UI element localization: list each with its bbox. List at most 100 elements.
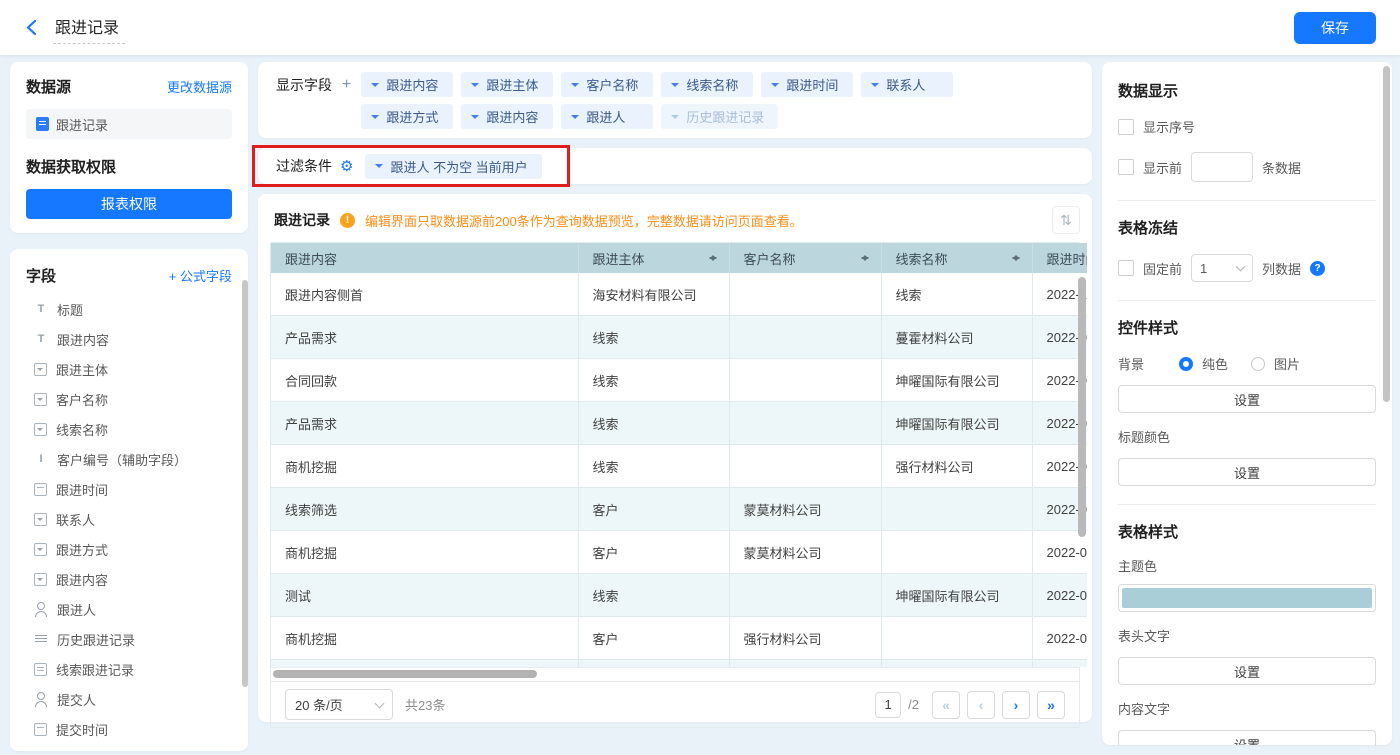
pagination-bar: 20 条/页 共23条 /2 « ‹ › » <box>271 681 1079 727</box>
field-label: 客户编号（辅助字段） <box>57 452 188 468</box>
background-set-button[interactable]: 设置 <box>1118 385 1376 413</box>
column-header[interactable]: 跟进内容 <box>271 243 579 273</box>
gear-icon[interactable]: ⚙ <box>340 159 353 174</box>
help-icon[interactable]: ? <box>1310 260 1326 276</box>
column-header[interactable]: 跟进时间 <box>1032 243 1087 273</box>
field-item[interactable]: 联系人 <box>26 504 238 534</box>
field-label: 跟进时间 <box>56 482 109 498</box>
display-field-tag[interactable]: 联系人 <box>861 72 954 97</box>
title-color-set-button[interactable]: 设置 <box>1118 458 1376 486</box>
table-vertical-scrollbar[interactable] <box>1078 277 1086 537</box>
field-item[interactable]: 历史跟进记录 <box>26 624 238 654</box>
preview-panel: 跟进记录 ! 编辑界面只取数据源前200条作为查询数据预览，完整数据请访问页面查… <box>258 194 1092 728</box>
field-item[interactable]: 客户名称 <box>26 384 238 414</box>
display-field-tag[interactable]: 跟进方式 <box>361 104 454 129</box>
display-field-tag[interactable]: 线索名称 <box>661 72 754 97</box>
back-button[interactable] <box>26 19 37 36</box>
content-text-set-button[interactable]: 设置 <box>1118 730 1376 745</box>
display-field-tag[interactable]: 跟进时间 <box>761 72 854 97</box>
display-field-label: 联系人 <box>886 78 926 93</box>
freeze-prefix: 固定前 <box>1143 261 1183 277</box>
theme-color-label: 主题色 <box>1118 559 1158 574</box>
add-formula-field-link[interactable]: + 公式字段 <box>169 266 232 285</box>
display-field-label: 跟进时间 <box>786 78 839 93</box>
datasource-item[interactable]: 跟进记录 <box>26 109 232 139</box>
table-cell: 测试 <box>271 573 579 617</box>
table-cell: 商机挖掘 <box>271 444 579 488</box>
table-cell: 线索筛选 <box>271 487 579 531</box>
prev-page-button[interactable]: ‹ <box>967 690 995 719</box>
sort-arrows-icon[interactable] <box>708 251 717 265</box>
report-permission-button[interactable]: 报表权限 <box>26 189 232 219</box>
field-item[interactable]: 跟进方式 <box>26 534 238 564</box>
page-number-input[interactable] <box>875 691 902 718</box>
row-order-icon[interactable]: ⇅ <box>1052 206 1080 234</box>
table-horizontal-scrollbar[interactable] <box>273 670 537 678</box>
settings-scrollbar[interactable] <box>1383 66 1390 402</box>
field-item[interactable]: 客户编号（辅助字段） <box>26 444 238 474</box>
freeze-checkbox[interactable] <box>1118 260 1134 276</box>
field-item[interactable]: 跟进主体 <box>26 354 238 384</box>
caret-down-icon <box>871 82 880 91</box>
display-field-tag[interactable]: 跟进内容 <box>461 104 554 129</box>
select-icon <box>34 513 47 526</box>
show-index-checkbox[interactable] <box>1118 118 1134 135</box>
table-cell: 线索 <box>577 358 730 402</box>
sort-arrows-icon[interactable] <box>860 251 869 265</box>
display-field-label: 跟进方式 <box>386 110 439 125</box>
solid-color-radio[interactable] <box>1179 356 1193 371</box>
table-cell: 商机挖掘 <box>271 616 579 660</box>
field-item[interactable]: 提交人 <box>26 684 238 714</box>
first-page-button[interactable]: « <box>932 690 960 719</box>
sort-arrows-icon[interactable] <box>1011 251 1020 265</box>
show-first-checkbox[interactable] <box>1118 159 1134 175</box>
table-cell <box>728 659 882 667</box>
display-field-label: 客户名称 <box>586 78 639 93</box>
column-header[interactable]: 客户名称 <box>729 243 882 273</box>
show-first-count-input[interactable] <box>1191 152 1254 182</box>
table-cell: 2022-06 <box>1031 530 1087 574</box>
filter-condition-tag[interactable]: 跟进人 不为空 当前用户 <box>365 153 542 179</box>
table-cell: 坤曜国际有限公司 <box>880 401 1033 445</box>
field-item[interactable]: 跟进时间 <box>26 474 238 504</box>
image-radio[interactable] <box>1251 356 1266 371</box>
freeze-count-select[interactable]: 1 <box>1191 254 1254 282</box>
display-field-tag[interactable]: 跟进内容 <box>361 72 454 97</box>
field-item[interactable]: 跟进内容 <box>26 324 238 354</box>
display-field-label: 跟进主体 <box>486 78 539 93</box>
display-field-tag[interactable]: 跟进主体 <box>461 72 554 97</box>
field-item[interactable]: 线索名称 <box>26 414 238 444</box>
freeze-count-value: 1 <box>1200 260 1208 276</box>
display-field-label: 线索名称 <box>686 78 739 93</box>
add-display-field-button[interactable]: + <box>342 76 351 93</box>
field-item[interactable]: 标题 <box>26 294 238 324</box>
last-page-button[interactable]: » <box>1037 690 1065 719</box>
change-datasource-link[interactable]: 更改数据源 <box>167 77 232 96</box>
header-text-set-button[interactable]: 设置 <box>1118 657 1376 685</box>
field-label: 跟进主体 <box>56 362 109 378</box>
caret-down-icon <box>371 114 380 123</box>
settings-sidebar: 数据显示 显示序号 显示前 条数据 表格冻结 固定前 1 列数据 ? 控件样式 … <box>1102 62 1392 745</box>
display-field-row-1: 跟进内容 跟进主体 客户名称 线索名称 跟进时间 联系人 <box>361 72 954 97</box>
form-document-icon <box>36 117 49 131</box>
display-field-tag[interactable]: 历史跟进记录 <box>661 104 779 129</box>
table-cell <box>728 358 882 402</box>
next-page-button[interactable]: › <box>1002 690 1030 719</box>
sidebar-scrollbar[interactable] <box>242 280 248 687</box>
field-label: 联系人 <box>56 512 96 528</box>
table-cell: 合同回款 <box>271 358 579 402</box>
page-size-select[interactable]: 20 条/页 <box>285 689 393 720</box>
field-item[interactable]: 跟进人 <box>26 594 238 624</box>
display-fields-panel: 显示字段 + 跟进内容 跟进主体 客户名称 线索名称 跟进时间 联系人 跟进方式 跟进内容跟… <box>258 62 1092 138</box>
column-header[interactable]: 跟进主体 <box>578 243 730 273</box>
column-header[interactable]: 线索名称 <box>881 243 1033 273</box>
save-button[interactable]: 保存 <box>1294 11 1376 44</box>
theme-color-swatch[interactable] <box>1118 584 1376 612</box>
field-item[interactable]: 跟进内容 <box>26 564 238 594</box>
field-item[interactable]: 提交时间 <box>26 714 238 744</box>
filter-panel: 过滤条件 ⚙ 跟进人 不为空 当前用户 <box>252 145 1092 187</box>
display-field-tag[interactable]: 跟进人 <box>561 104 654 129</box>
table-cell: 海安材料有限公司 <box>577 273 730 316</box>
display-field-tag[interactable]: 客户名称 <box>561 72 654 97</box>
field-item[interactable]: 线索跟进记录 <box>26 654 238 684</box>
